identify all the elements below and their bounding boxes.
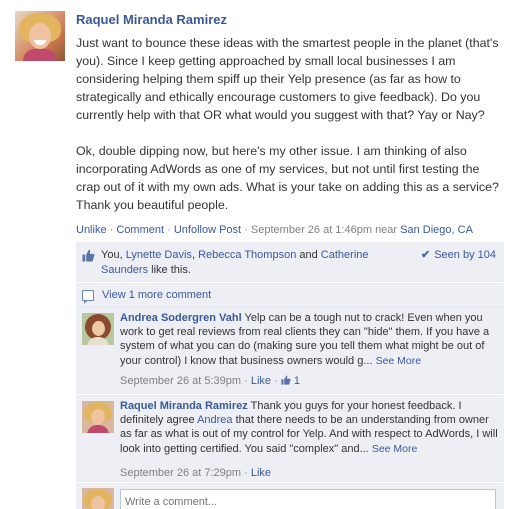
likes-suffix: like this.	[151, 264, 191, 276]
separator-dot: ·	[274, 375, 281, 387]
comment-like-link[interactable]: Like	[251, 375, 271, 387]
location-link[interactable]: San Diego, CA	[400, 224, 473, 236]
thumbs-up-icon	[281, 375, 291, 385]
comment-like-count[interactable]: 1	[294, 375, 300, 387]
author-avatar[interactable]	[15, 11, 65, 61]
comment-timestamp[interactable]: September 26 at 7:29pm	[120, 467, 241, 479]
post-paragraph-1: Just want to bounce these ideas with the…	[76, 36, 499, 122]
comment-body: Andrea Sodergren Vahl Yelp can be a toug…	[120, 311, 500, 368]
mention-link[interactable]: Andrea	[197, 414, 232, 426]
comment-body: Raquel Miranda Ramirez Thank you guys fo…	[120, 399, 500, 456]
separator-dot: ·	[244, 375, 251, 387]
current-user-avatar	[82, 488, 114, 509]
post-actions-bar: Unlike · Comment · Unfollow Post · Septe…	[76, 224, 473, 236]
seen-by-label: Seen by 104	[434, 249, 496, 261]
comment-item: Andrea Sodergren Vahl Yelp can be a toug…	[76, 307, 504, 394]
comment-meta: September 26 at 7:29pm · Like	[120, 467, 271, 479]
liker-link-2[interactable]: Rebecca Thompson	[198, 249, 296, 261]
likes-row: You, Lynette Davis, Rebecca Thompson and…	[76, 242, 504, 282]
author-name-link[interactable]: Raquel Miranda Ramirez	[76, 12, 227, 27]
see-more-link[interactable]: See More	[372, 443, 418, 455]
see-more-link[interactable]: See More	[376, 355, 422, 367]
view-more-comments-row: View 1 more comment	[76, 282, 504, 307]
separator-dot: ·	[244, 224, 251, 236]
thumbs-up-icon	[82, 249, 95, 262]
post-message: Just want to bounce these ideas with the…	[76, 34, 504, 214]
commenter-name-link[interactable]: Andrea Sodergren Vahl	[120, 312, 242, 324]
near-label: near	[375, 224, 398, 236]
liker-link-1[interactable]: Lynette Davis	[126, 249, 192, 261]
unfollow-post-link[interactable]: Unfollow Post	[174, 224, 241, 236]
likes-and: and	[299, 249, 318, 261]
likes-sentence: You, Lynette Davis, Rebecca Thompson and…	[101, 249, 369, 276]
commenter-name-link[interactable]: Raquel Miranda Ramirez	[120, 400, 248, 412]
write-comment-input[interactable]	[120, 489, 496, 509]
post-paragraph-2: Ok, double dipping now, but here's my ot…	[76, 144, 499, 212]
feedback-panel: You, Lynette Davis, Rebecca Thompson and…	[76, 242, 504, 509]
commenter-avatar[interactable]	[82, 313, 114, 345]
comment-meta: September 26 at 5:39pm · Like · 1	[120, 375, 300, 387]
unlike-link[interactable]: Unlike	[76, 224, 107, 236]
likes-you: You	[101, 249, 120, 261]
checkmark-icon: ✔	[421, 249, 431, 261]
comment-bubble-icon	[82, 290, 94, 304]
feed-story: Raquel Miranda Ramirez Just want to boun…	[0, 0, 510, 509]
separator-dot: ·	[167, 224, 174, 236]
comment-like-link[interactable]: Like	[251, 467, 271, 479]
commenter-avatar[interactable]	[82, 401, 114, 433]
view-more-comments-link[interactable]: View 1 more comment	[102, 289, 211, 301]
seen-by[interactable]: ✔ Seen by 104	[421, 248, 496, 261]
comment-item: Raquel Miranda Ramirez Thank you guys fo…	[76, 394, 504, 482]
comment-link[interactable]: Comment	[116, 224, 164, 236]
comment-timestamp[interactable]: September 26 at 5:39pm	[120, 375, 241, 387]
write-comment-row	[76, 482, 504, 509]
post-timestamp-link[interactable]: September 26 at 1:46pm	[251, 224, 372, 236]
separator-dot: ·	[244, 467, 251, 479]
